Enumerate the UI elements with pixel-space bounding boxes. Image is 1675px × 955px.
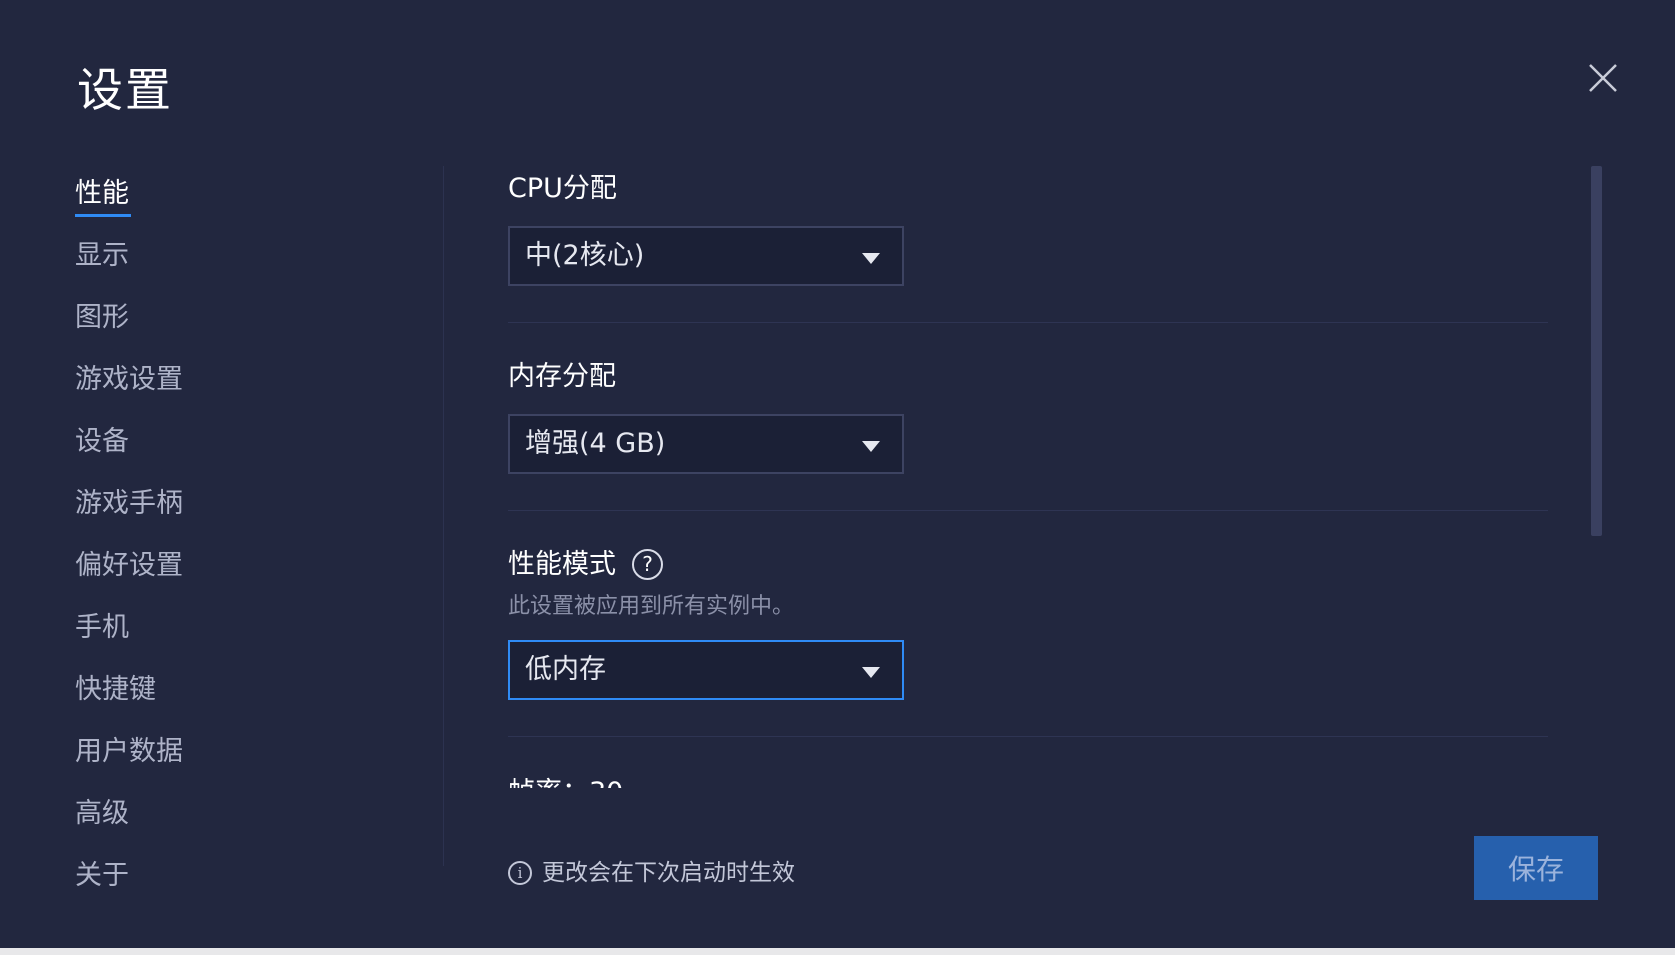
settings-dialog: 设置 性能 显示 图形 游戏设置 设备 游戏手柄 偏好设置 手机 快捷键 用户数… bbox=[0, 0, 1675, 955]
performance-mode-label: 性能模式 bbox=[508, 549, 616, 580]
sidebar-item-phone[interactable]: 手机 bbox=[75, 604, 415, 666]
sidebar-item-device[interactable]: 设备 bbox=[75, 418, 415, 480]
memory-allocation-select[interactable]: 增强(4 GB) bbox=[508, 414, 904, 474]
chevron-down-icon bbox=[862, 253, 880, 264]
cpu-allocation-label: CPU分配 bbox=[508, 173, 617, 204]
sidebar-item-performance[interactable]: 性能 bbox=[75, 170, 415, 232]
chevron-down-icon bbox=[862, 441, 880, 452]
memory-allocation-value: 增强(4 GB) bbox=[525, 428, 666, 459]
performance-mode-note: 此设置被应用到所有实例中。 bbox=[508, 594, 795, 619]
sidebar-item-user-data[interactable]: 用户数据 bbox=[75, 728, 415, 790]
page-title: 设置 bbox=[77, 63, 173, 117]
cpu-allocation-value: 中(2核心) bbox=[525, 240, 645, 271]
performance-mode-label-row: 性能模式? bbox=[508, 542, 663, 581]
window-bottom-edge bbox=[0, 948, 1675, 955]
save-button[interactable]: 保存 bbox=[1474, 836, 1598, 900]
section-divider bbox=[508, 736, 1548, 737]
sidebar-item-gamepad[interactable]: 游戏手柄 bbox=[75, 480, 415, 542]
frame-rate-label: 帧率：30 bbox=[508, 770, 623, 788]
chevron-down-icon bbox=[862, 667, 880, 678]
sidebar-item-shortcuts[interactable]: 快捷键 bbox=[75, 666, 415, 728]
section-divider bbox=[508, 510, 1548, 511]
performance-mode-select[interactable]: 低内存 bbox=[508, 640, 904, 700]
sidebar-item-game-settings[interactable]: 游戏设置 bbox=[75, 356, 415, 418]
settings-content: CPU分配 中(2核心) 内存分配 增强(4 GB) 性能模式? 此设置被应用到… bbox=[508, 160, 1548, 788]
sidebar-divider bbox=[443, 166, 444, 866]
cpu-allocation-select[interactable]: 中(2核心) bbox=[508, 226, 904, 286]
help-icon[interactable]: ? bbox=[632, 549, 663, 580]
sidebar: 性能 显示 图形 游戏设置 设备 游戏手柄 偏好设置 手机 快捷键 用户数据 高… bbox=[75, 170, 415, 914]
section-divider bbox=[508, 322, 1548, 323]
restart-notice-text: 更改会在下次启动时生效 bbox=[542, 860, 795, 886]
sidebar-item-about[interactable]: 关于 bbox=[75, 852, 415, 914]
sidebar-item-display[interactable]: 显示 bbox=[75, 232, 415, 294]
restart-notice: i 更改会在下次启动时生效 bbox=[508, 853, 795, 887]
info-icon: i bbox=[508, 861, 532, 885]
close-icon[interactable] bbox=[1585, 60, 1621, 96]
memory-allocation-label: 内存分配 bbox=[508, 361, 616, 392]
sidebar-item-preferences[interactable]: 偏好设置 bbox=[75, 542, 415, 604]
sidebar-item-graphics[interactable]: 图形 bbox=[75, 294, 415, 356]
sidebar-item-advanced[interactable]: 高级 bbox=[75, 790, 415, 852]
performance-mode-value: 低内存 bbox=[525, 654, 606, 685]
scrollbar-thumb[interactable] bbox=[1591, 166, 1602, 536]
